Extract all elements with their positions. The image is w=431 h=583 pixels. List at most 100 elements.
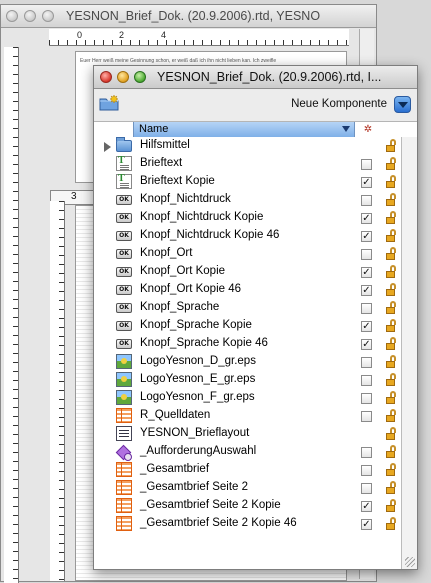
component-row[interactable]: _Gesamtbrief Seite 2 xyxy=(94,479,402,497)
print-checkbox[interactable]: ✓ xyxy=(361,231,372,242)
lock-icon[interactable] xyxy=(386,139,395,152)
component-row[interactable]: Hilfsmittel xyxy=(94,137,402,155)
lock-icon[interactable] xyxy=(386,463,395,476)
component-name: Knopf_Ort Kopie xyxy=(140,265,226,277)
new-component-dropdown[interactable] xyxy=(394,96,411,113)
lock-icon[interactable] xyxy=(386,319,395,332)
lock-icon[interactable] xyxy=(386,481,395,494)
minimize-button[interactable] xyxy=(24,10,36,22)
lock-icon[interactable] xyxy=(386,175,395,188)
zoom-button[interactable] xyxy=(134,71,146,83)
component-row[interactable]: LogoYesnon_D_gr.eps xyxy=(94,353,402,371)
component-row[interactable]: _Gesamtbrief xyxy=(94,461,402,479)
component-row[interactable]: OK Knopf_Sprache Kopie 46 ✓ xyxy=(94,335,402,353)
lock-icon[interactable] xyxy=(386,265,395,278)
component-row[interactable]: _Gesamtbrief Seite 2 Kopie 46 ✓ xyxy=(94,515,402,533)
print-checkbox[interactable] xyxy=(361,249,372,260)
print-checkbox[interactable] xyxy=(361,393,372,404)
component-name: Knopf_Nichtdruck xyxy=(140,193,231,205)
list-scrollbar[interactable] xyxy=(401,137,417,569)
disclosure-triangle-icon[interactable] xyxy=(104,142,111,152)
table-icon xyxy=(116,498,132,513)
print-checkbox[interactable] xyxy=(361,465,372,476)
print-checkbox[interactable]: ✓ xyxy=(361,519,372,530)
component-row[interactable]: YESNON_Brieflayout xyxy=(94,425,402,443)
lock-icon[interactable] xyxy=(386,211,395,224)
component-name: _Gesamtbrief Seite 2 Kopie xyxy=(140,499,281,511)
name-column-header[interactable]: Name xyxy=(133,122,355,137)
image-icon xyxy=(116,390,132,405)
component-row[interactable]: LogoYesnon_F_gr.eps xyxy=(94,389,402,407)
print-checkbox[interactable]: ✓ xyxy=(361,339,372,350)
print-checkbox[interactable] xyxy=(361,357,372,368)
print-checkbox[interactable]: ✓ xyxy=(361,321,372,332)
button-icon: OK xyxy=(116,321,132,331)
close-button[interactable] xyxy=(6,10,18,22)
component-row[interactable]: OK Knopf_Ort Kopie ✓ xyxy=(94,263,402,281)
component-row[interactable]: OK Knopf_Nichtdruck Kopie 46 ✓ xyxy=(94,227,402,245)
component-name: LogoYesnon_F_gr.eps xyxy=(140,391,255,403)
component-name: Knopf_Sprache Kopie xyxy=(140,319,252,331)
print-checkbox[interactable] xyxy=(361,303,372,314)
lock-icon[interactable] xyxy=(386,337,395,350)
new-component-label[interactable]: Neue Komponente xyxy=(291,98,387,110)
minimize-button[interactable] xyxy=(117,71,129,83)
new-folder-icon[interactable] xyxy=(99,95,119,111)
visibility-column-icon[interactable]: ✲ xyxy=(361,123,375,136)
component-row[interactable]: Brieftext Kopie ✓ xyxy=(94,173,402,191)
print-checkbox[interactable] xyxy=(361,411,372,422)
table-icon xyxy=(116,480,132,495)
component-row[interactable]: OK Knopf_Sprache Kopie ✓ xyxy=(94,317,402,335)
component-row[interactable]: R_Quelldaten xyxy=(94,407,402,425)
print-checkbox[interactable]: ✓ xyxy=(361,213,372,224)
zoom-button[interactable] xyxy=(42,10,54,22)
close-button[interactable] xyxy=(100,71,112,83)
print-checkbox[interactable] xyxy=(361,447,372,458)
lock-icon[interactable] xyxy=(386,391,395,404)
component-row[interactable]: OK Knopf_Ort Kopie 46 ✓ xyxy=(94,281,402,299)
print-checkbox[interactable]: ✓ xyxy=(361,267,372,278)
print-checkbox[interactable]: ✓ xyxy=(361,501,372,512)
component-row[interactable]: OK Knopf_Nichtdruck Kopie ✓ xyxy=(94,209,402,227)
button-icon: OK xyxy=(116,195,132,205)
component-name: Knopf_Ort Kopie 46 xyxy=(140,283,242,295)
print-checkbox[interactable] xyxy=(361,375,372,386)
print-checkbox[interactable] xyxy=(361,159,372,170)
palette-toolbar: Neue Komponente xyxy=(94,89,417,122)
component-row[interactable]: OK Knopf_Sprache xyxy=(94,299,402,317)
table-icon xyxy=(116,516,132,531)
lock-icon[interactable] xyxy=(386,157,395,170)
component-row[interactable]: _Gesamtbrief Seite 2 Kopie ✓ xyxy=(94,497,402,515)
lock-icon[interactable] xyxy=(386,499,395,512)
component-row[interactable]: OK Knopf_Nichtdruck xyxy=(94,191,402,209)
lock-icon[interactable] xyxy=(386,193,395,206)
print-checkbox[interactable] xyxy=(361,483,372,494)
ruler-label: 2 xyxy=(119,30,125,40)
button-icon: OK xyxy=(116,249,132,259)
print-checkbox[interactable]: ✓ xyxy=(361,285,372,296)
lock-icon[interactable] xyxy=(386,247,395,260)
print-checkbox[interactable] xyxy=(361,195,372,206)
ruler-label: 4 xyxy=(161,30,167,40)
lock-icon[interactable] xyxy=(386,427,395,440)
horizontal-ruler: 0 2 4 xyxy=(49,29,349,46)
print-checkbox[interactable]: ✓ xyxy=(361,177,372,188)
component-name: Brieftext Kopie xyxy=(140,175,215,187)
lock-icon[interactable] xyxy=(386,301,395,314)
component-name: LogoYesnon_D_gr.eps xyxy=(140,355,256,367)
resize-grip-icon[interactable] xyxy=(405,557,415,567)
lock-icon[interactable] xyxy=(386,355,395,368)
lock-icon[interactable] xyxy=(386,445,395,458)
component-row[interactable]: _AufforderungAuswahl xyxy=(94,443,402,461)
lock-icon[interactable] xyxy=(386,409,395,422)
component-name: Knopf_Ort xyxy=(140,247,193,259)
lock-icon[interactable] xyxy=(386,517,395,530)
layout-icon xyxy=(116,426,132,441)
lock-icon[interactable] xyxy=(386,229,395,242)
lock-icon[interactable] xyxy=(386,373,395,386)
component-row[interactable]: Brieftext xyxy=(94,155,402,173)
vertical-ruler-2 xyxy=(50,201,65,581)
component-row[interactable]: OK Knopf_Ort xyxy=(94,245,402,263)
component-row[interactable]: LogoYesnon_E_gr.eps xyxy=(94,371,402,389)
lock-icon[interactable] xyxy=(386,283,395,296)
